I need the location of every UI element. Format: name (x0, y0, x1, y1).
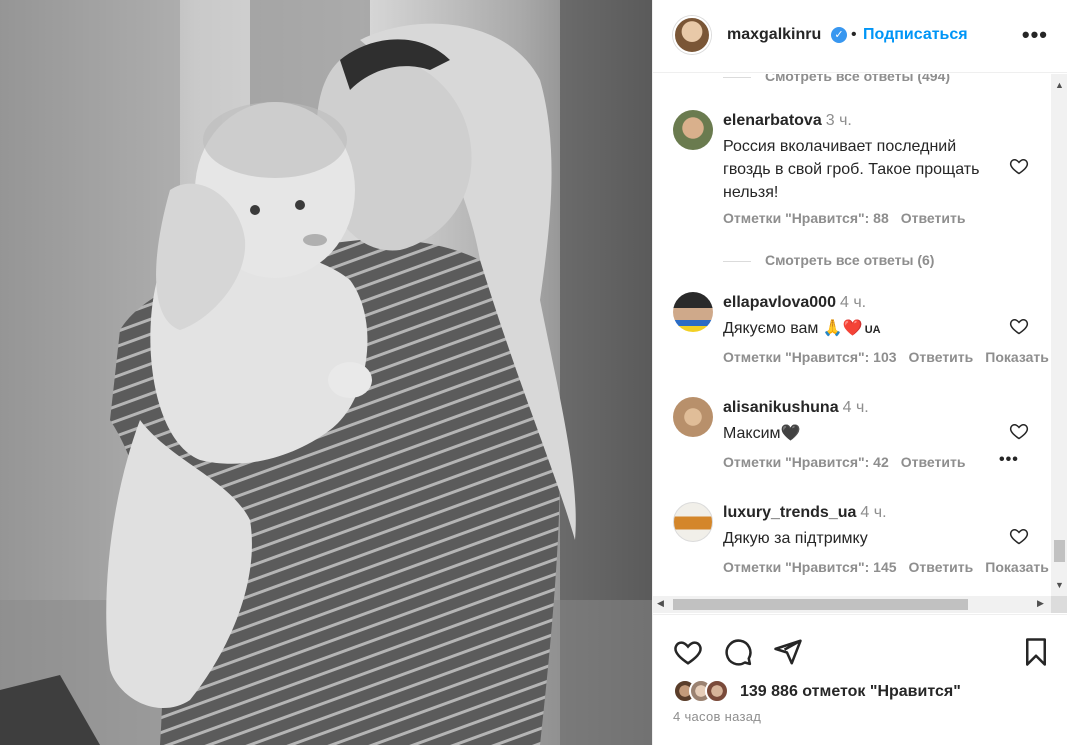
comment-like-icon[interactable] (1009, 156, 1029, 176)
comment-likes[interactable]: Отметки "Нравится": 145 (723, 559, 897, 575)
author-avatar[interactable] (673, 16, 711, 54)
comment-text: Дякую за підтримку (723, 530, 868, 547)
comment-header: elenarbatova 3 ч. (723, 112, 852, 130)
reply-button[interactable]: Ответить (901, 454, 966, 470)
reply-button[interactable]: Ответить (909, 559, 974, 575)
comment-icon[interactable] (723, 637, 753, 667)
translate-button[interactable]: Показать перевод (985, 349, 1053, 365)
comment-header: alisanikushuna 4 ч. (723, 399, 869, 417)
author-username[interactable]: maxgalkinru (727, 26, 821, 44)
comment-meta: Отметки "Нравится": 88 Ответить (723, 210, 977, 226)
comment-time[interactable]: 4 ч. (860, 504, 886, 521)
scroll-down-arrow-icon[interactable]: ▼ (1055, 580, 1064, 590)
header-separator: • (851, 26, 857, 43)
reply-button[interactable]: Ответить (901, 210, 966, 226)
post-actions: 139 886 отметок "Нравится" 4 часов назад (653, 614, 1067, 745)
comment-text: Россия вколачивает последний гвоздь в св… (723, 138, 980, 201)
post-header: maxgalkinru ✓ • Подписаться ••• (653, 0, 1067, 73)
comment-meta: Отметки "Нравится": 145 Ответить Показать … (723, 559, 1053, 575)
commenter-avatar[interactable] (673, 397, 713, 437)
reply-button[interactable]: Ответить (909, 349, 974, 365)
comment-text: Максим🖤 (723, 425, 801, 442)
post-photo (0, 0, 652, 745)
commenter-avatar[interactable] (673, 292, 713, 332)
comment-meta: Отметки "Нравится": 42 Ответить (723, 454, 977, 470)
vertical-scrollbar[interactable]: ▲ ▼ (1051, 74, 1067, 596)
comment-like-icon[interactable] (1009, 316, 1029, 336)
replies-divider (723, 76, 751, 78)
follow-button[interactable]: Подписаться (863, 26, 968, 44)
likes-count[interactable]: 139 886 отметок "Нравится" (740, 683, 961, 701)
scroll-right-arrow-icon[interactable]: ▶ (1037, 598, 1044, 609)
comment-likes[interactable]: Отметки "Нравится": 103 (723, 349, 897, 365)
comment-username[interactable]: elenarbatova (723, 112, 822, 129)
scroll-up-arrow-icon[interactable]: ▲ (1055, 80, 1064, 90)
scrollbar-corner (1051, 596, 1067, 613)
comments-list: Смотреть все ответы (494) elenarbatova 3 … (653, 74, 1053, 594)
view-replies-label: Смотреть все ответы (6) (765, 252, 935, 268)
comment-like-icon[interactable] (1009, 421, 1029, 441)
comment-meta: Отметки "Нравится": 103 Ответить Показать … (723, 349, 1053, 365)
translate-button[interactable]: Показать перевод (985, 559, 1053, 575)
commenter-avatar[interactable] (673, 502, 713, 542)
view-replies-button[interactable]: Смотреть все ответы (494) (723, 74, 950, 84)
heart-icon[interactable] (673, 637, 703, 667)
comment-likes[interactable]: Отметки "Нравится": 88 (723, 210, 889, 226)
comment-username[interactable]: luxury_trends_ua (723, 504, 856, 521)
comment-username[interactable]: ellapavlova000 (723, 294, 836, 311)
share-icon[interactable] (773, 637, 803, 667)
comment-time[interactable]: 4 ч. (843, 399, 869, 416)
comment-time[interactable]: 3 ч. (826, 112, 852, 129)
more-options-icon[interactable]: ••• (1022, 22, 1048, 48)
horizontal-scrollbar[interactable]: ◀ ▶ (653, 596, 1051, 613)
view-replies-label: Смотреть все ответы (494) (765, 74, 951, 84)
post-timestamp[interactable]: 4 часов назад (673, 709, 761, 724)
comment-username[interactable]: alisanikushuna (723, 399, 839, 416)
post-panel: maxgalkinru ✓ • Подписаться ••• Смотреть… (652, 0, 1067, 745)
comment-options-icon[interactable]: ••• (999, 451, 1019, 469)
post-image-illustration (0, 0, 652, 745)
replies-divider (723, 260, 751, 262)
comment-header: ellapavlova000 4 ч. (723, 294, 866, 312)
vertical-scroll-thumb[interactable] (1054, 540, 1065, 562)
view-replies-button[interactable]: Смотреть все ответы (6) (723, 252, 934, 268)
liker-avatar (705, 679, 729, 703)
comment-text-content: Дякуємо вам 🙏❤️ (723, 320, 863, 337)
comment-text: Дякуємо вам 🙏❤️ UA (723, 317, 1003, 342)
comment-header: luxury_trends_ua 4 ч. (723, 504, 887, 522)
bookmark-icon[interactable] (1021, 637, 1051, 667)
scroll-left-arrow-icon[interactable]: ◀ (657, 598, 664, 609)
horizontal-scroll-thumb[interactable] (673, 599, 968, 610)
ua-flag-badge: UA (864, 324, 881, 336)
comment-like-icon[interactable] (1009, 526, 1029, 546)
comment-time[interactable]: 4 ч. (840, 294, 866, 311)
commenter-avatar[interactable] (673, 110, 713, 150)
comment-likes[interactable]: Отметки "Нравится": 42 (723, 454, 889, 470)
verified-badge-icon: ✓ (831, 27, 847, 43)
